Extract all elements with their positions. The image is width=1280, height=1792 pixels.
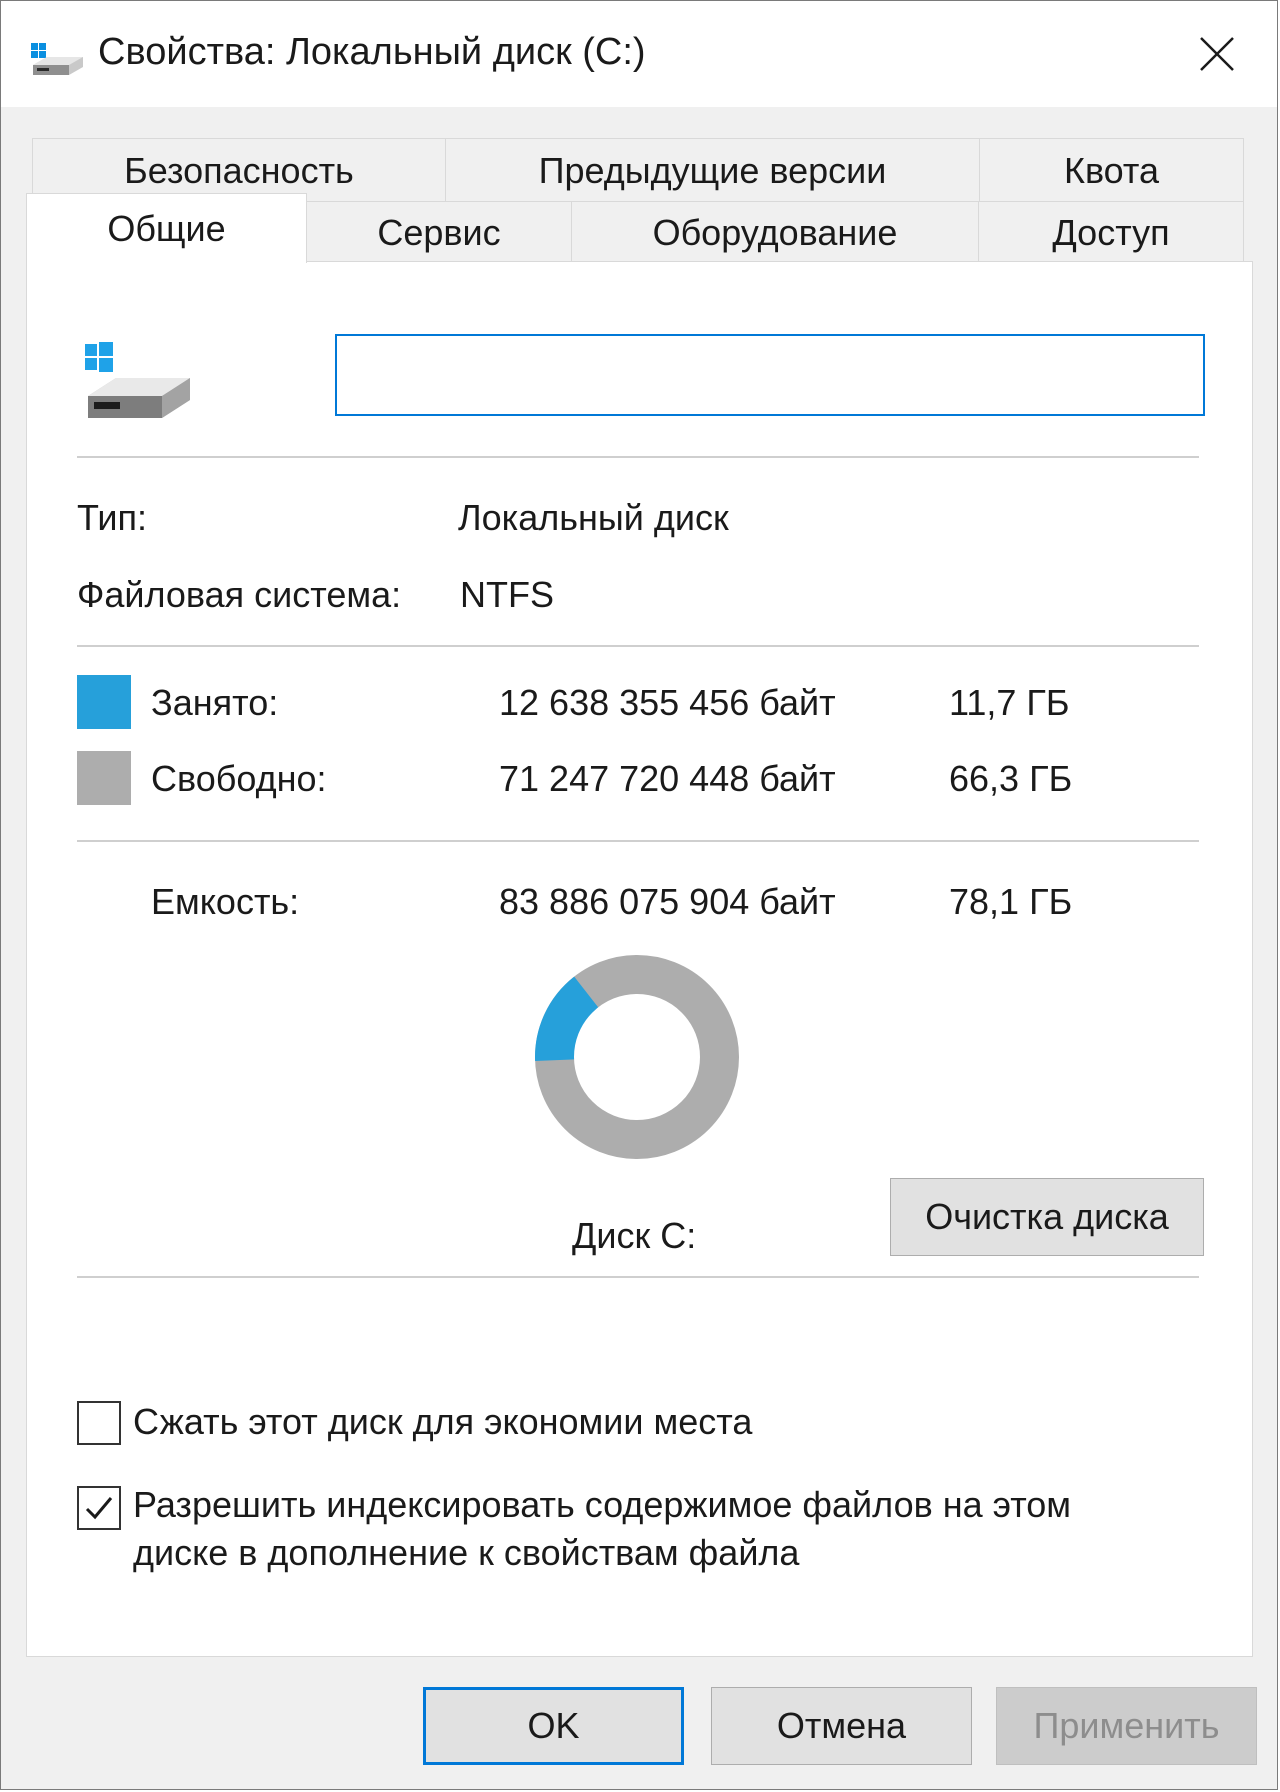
- filesystem-label: Файловая система:: [77, 574, 402, 615]
- capacity-bytes: 83 886 075 904 байт: [499, 881, 836, 922]
- tab-previous-versions[interactable]: Предыдущие версии: [445, 138, 980, 202]
- local-disk-icon: [85, 342, 190, 418]
- title-bar: Свойства: Локальный диск (C:): [1, 1, 1277, 107]
- tab-hardware[interactable]: Оборудование: [571, 201, 979, 263]
- disk-usage-chart: [535, 955, 739, 1159]
- free-label: Свободно:: [151, 758, 327, 799]
- free-space-swatch: [77, 751, 131, 805]
- divider: [77, 456, 1199, 458]
- tab-sharing[interactable]: Доступ: [978, 201, 1244, 263]
- divider: [77, 645, 1199, 647]
- used-label: Занято:: [151, 682, 279, 723]
- used-space-swatch: [77, 675, 131, 729]
- compress-label[interactable]: Сжать этот диск для экономии места: [133, 1398, 752, 1446]
- general-panel: Тип: Локальный диск Файловая система: NT…: [26, 261, 1253, 1657]
- filesystem-value: NTFS: [460, 574, 554, 615]
- close-icon: [1200, 37, 1234, 71]
- volume-label-input[interactable]: [335, 334, 1205, 416]
- index-checkbox[interactable]: [77, 1486, 121, 1530]
- type-value: Локальный диск: [458, 497, 729, 538]
- tab-tools[interactable]: Сервис: [306, 201, 572, 263]
- capacity-size: 78,1 ГБ: [949, 881, 1073, 922]
- disk-cleanup-button[interactable]: Очистка диска: [890, 1178, 1204, 1256]
- window-title: Свойства: Локальный диск (C:): [98, 31, 646, 73]
- disk-caption: Диск C:: [572, 1215, 697, 1256]
- capacity-label: Емкость:: [151, 881, 300, 922]
- chart-inner-edge: [574, 994, 700, 1120]
- type-label: Тип:: [77, 497, 148, 538]
- cancel-button[interactable]: Отмена: [711, 1687, 972, 1765]
- drive-icon: [31, 43, 83, 75]
- tab-quota[interactable]: Квота: [979, 138, 1244, 202]
- properties-dialog: Свойства: Локальный диск (C:) Безопаснос…: [0, 0, 1278, 1790]
- divider: [77, 840, 1199, 842]
- free-size: 66,3 ГБ: [949, 758, 1073, 799]
- index-label[interactable]: Разрешить индексировать содержимое файло…: [133, 1481, 1173, 1577]
- apply-button[interactable]: Применить: [996, 1687, 1257, 1765]
- used-size: 11,7 ГБ: [949, 682, 1070, 723]
- tab-general[interactable]: Общие: [26, 193, 307, 263]
- divider: [77, 1276, 1199, 1278]
- used-bytes: 12 638 355 456 байт: [499, 682, 836, 723]
- check-icon: [85, 1497, 113, 1520]
- close-button[interactable]: [1157, 1, 1277, 107]
- ok-button[interactable]: OK: [423, 1687, 684, 1765]
- free-bytes: 71 247 720 448 байт: [499, 758, 836, 799]
- compress-checkbox[interactable]: [77, 1401, 121, 1445]
